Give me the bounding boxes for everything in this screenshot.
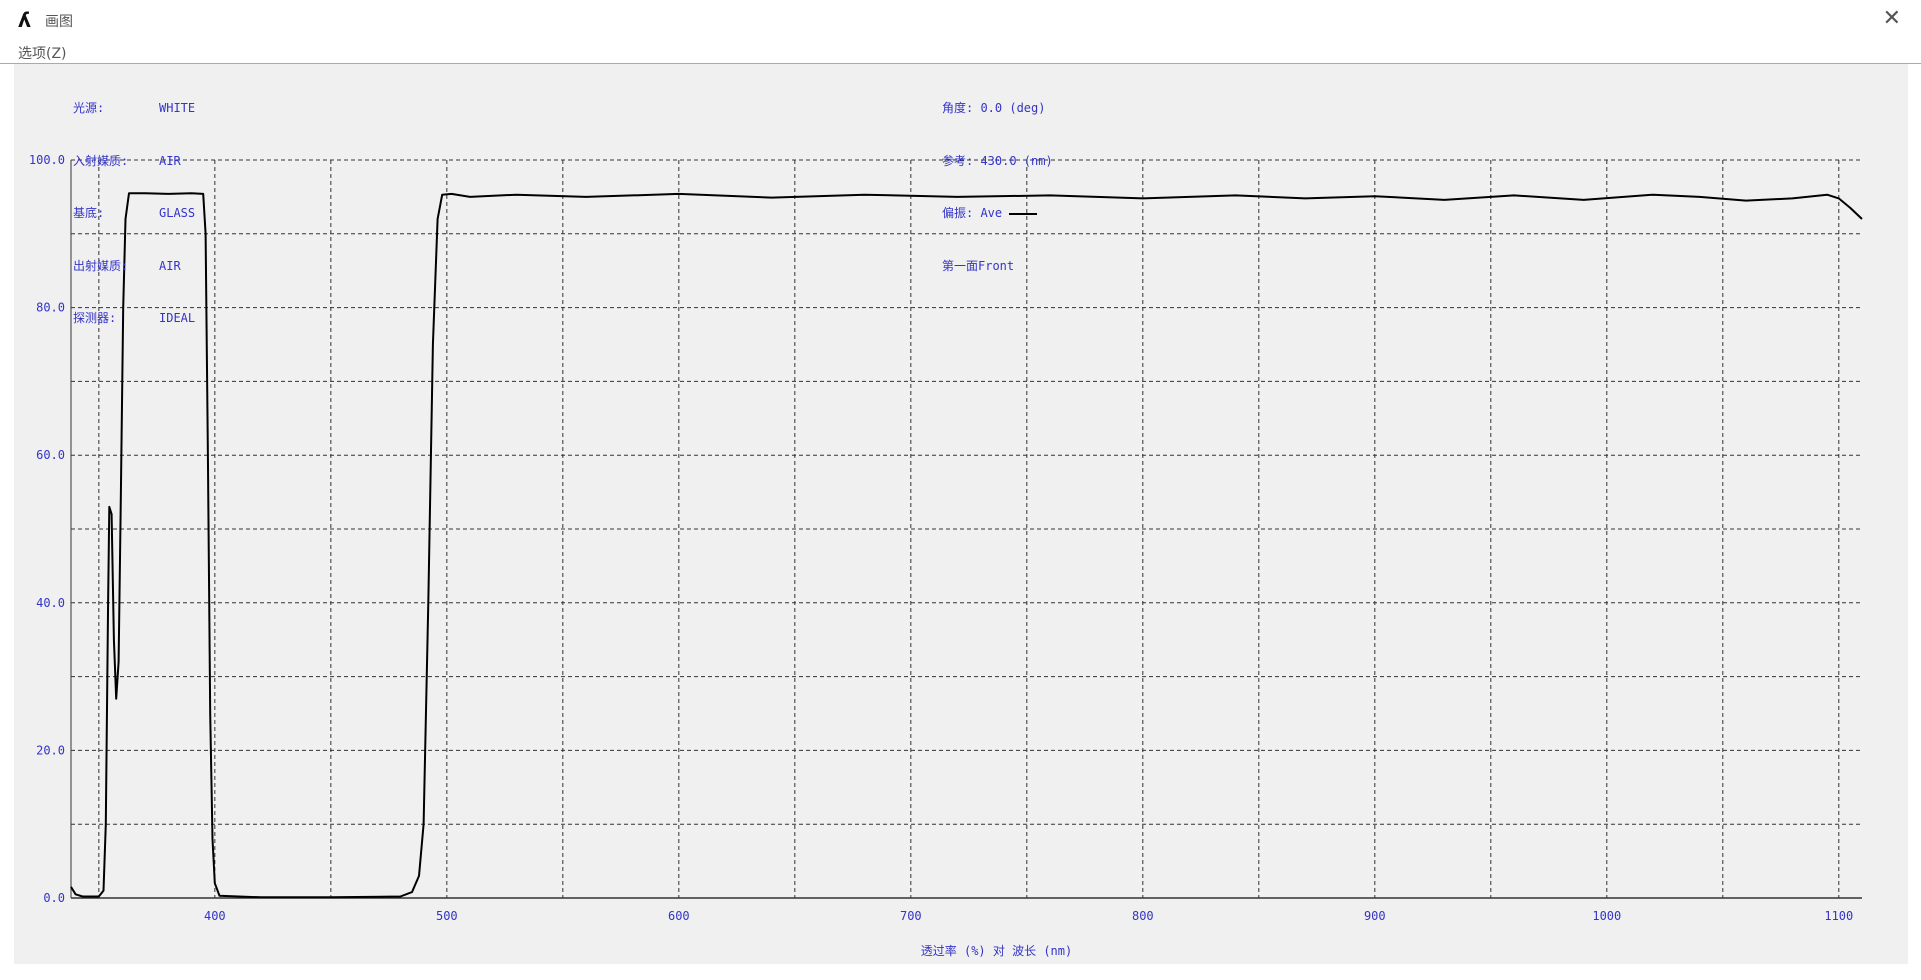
info-label: 出射媒质:	[73, 258, 129, 273]
reference-text: 参考: 430.0 (nm)	[942, 153, 1053, 168]
menu-options[interactable]: 选项(Z)	[18, 43, 67, 63]
x-tick-label: 400	[204, 909, 226, 923]
surface-text: 第一面Front	[942, 258, 1015, 273]
info-row: 探测器: IDEAL	[73, 310, 195, 328]
info-row: 光源: WHITE	[73, 100, 195, 118]
info-value: IDEAL	[159, 311, 196, 325]
legend-label: 偏振: Ave	[942, 206, 1003, 220]
legend-line	[1009, 212, 1038, 215]
info-row: 入射媒质: AIR	[73, 153, 195, 171]
x-tick-label: 1100	[1824, 909, 1853, 923]
x-tick-label: 700	[900, 909, 922, 923]
y-tick-label: 80.0	[36, 301, 65, 315]
info-left: 光源: WHITE 入射媒质: AIR 基底: GLASS 出射媒质: AIR 探测器:…	[73, 65, 195, 363]
x-axis-label: 透过率 (%) 对 波长 (nm)	[921, 943, 1072, 958]
info-label: 光源:	[73, 101, 105, 115]
info-label: 探测器:	[73, 311, 117, 325]
x-tick-label: 800	[1132, 909, 1154, 923]
info-label: 入射媒质:	[73, 153, 129, 168]
chart-panel: 0.0 20.0 40.0 60.0 80.0 100.0 400 500 600 700 800 9…	[14, 64, 1908, 964]
info-value: GLASS	[159, 206, 196, 220]
x-tick-label: 600	[668, 909, 690, 923]
y-tick-label: 60.0	[36, 448, 65, 462]
legend-entry: 偏振: Ave	[942, 205, 1053, 223]
y-tick-label: 40.0	[36, 596, 65, 610]
info-value: WHITE	[159, 101, 196, 115]
close-icon[interactable]: ✕	[1883, 6, 1901, 31]
angle-text: 角度: 0.0 (deg)	[942, 101, 1046, 115]
y-tick-label: 0.0	[43, 891, 65, 905]
info-row: 出射媒质: AIR	[73, 258, 195, 276]
menu-bar: 选项(Z)	[0, 39, 1921, 64]
app-logo-icon: ʎ	[18, 8, 32, 32]
x-tick-label: 1000	[1592, 909, 1621, 923]
x-tick-label: 500	[436, 909, 458, 923]
title-bar: ʎ 画图 ✕	[0, 0, 1921, 39]
info-value: AIR	[159, 153, 181, 168]
y-tick-label: 100.0	[29, 153, 65, 167]
y-tick-label: 20.0	[36, 743, 65, 757]
info-right: 角度: 0.0 (deg) 参考: 430.0 (nm) 偏振: Ave 第一面…	[942, 65, 1053, 310]
x-tick-label: 900	[1364, 909, 1386, 923]
info-row: 基底: GLASS	[73, 205, 195, 223]
info-value: AIR	[159, 258, 181, 273]
window-title: 画图	[45, 14, 73, 30]
info-label: 基底:	[73, 206, 105, 220]
